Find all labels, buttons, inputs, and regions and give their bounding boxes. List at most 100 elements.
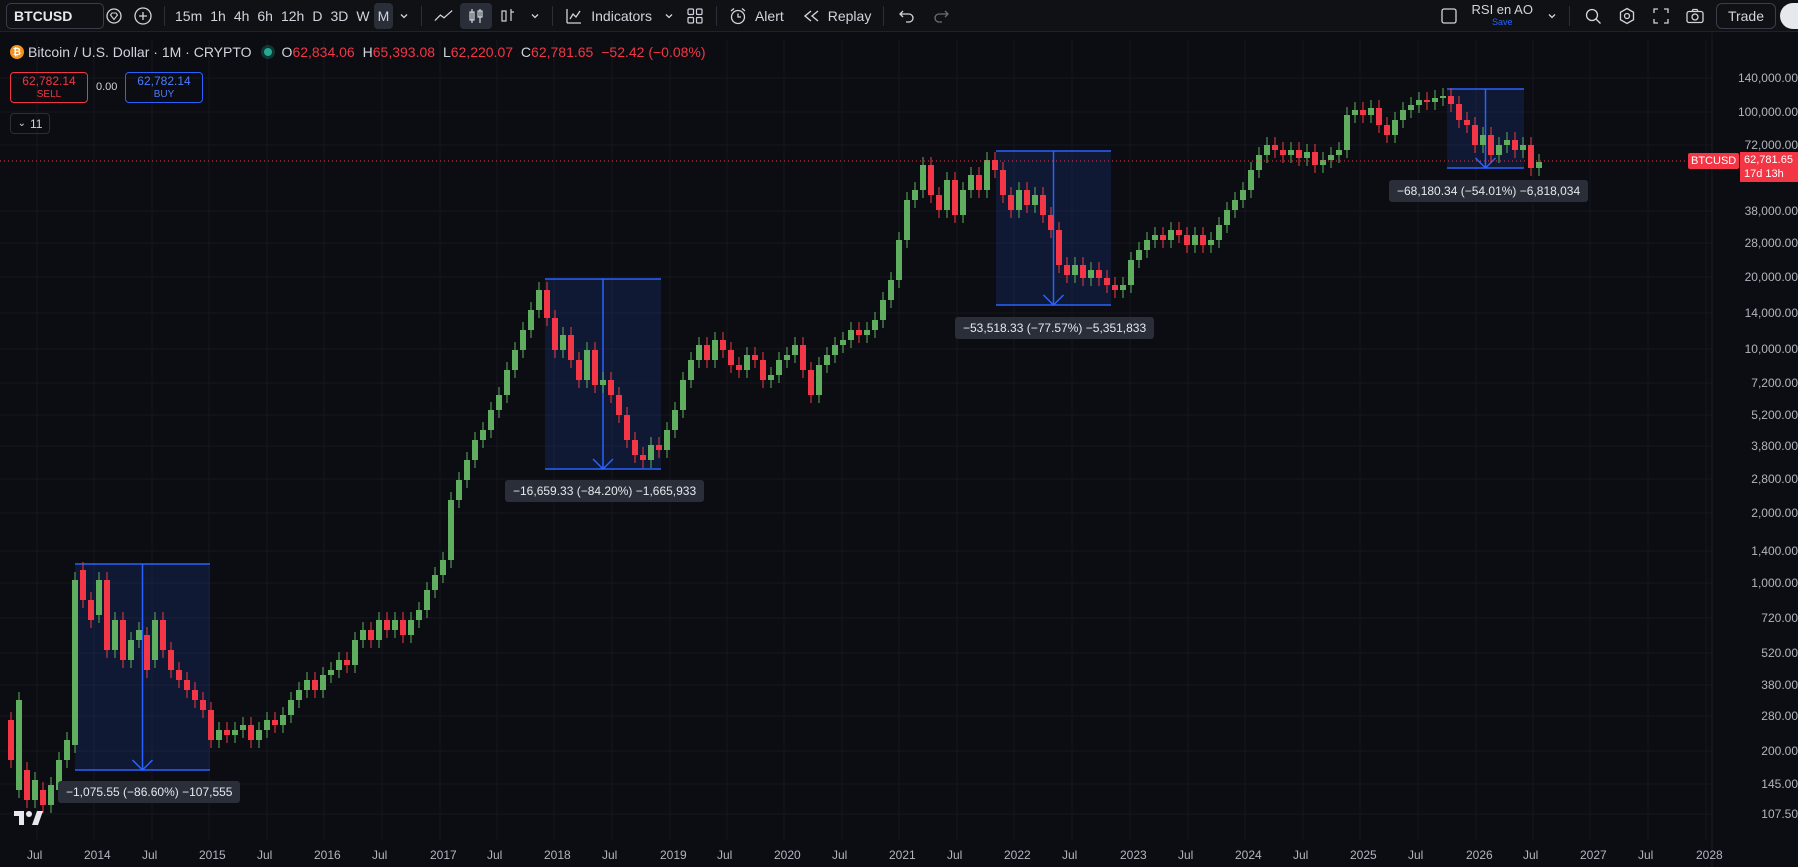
time-scale-label: 2027 xyxy=(1580,848,1607,862)
undo-icon[interactable] xyxy=(890,3,924,29)
price-scale-label: 72,000.00 xyxy=(1744,138,1798,152)
redo-icon[interactable] xyxy=(924,3,958,29)
symbol-search[interactable]: BTCUSD xyxy=(6,2,104,29)
fullscreen-icon[interactable] xyxy=(1644,3,1678,29)
last-price-badge: 62,781.65 17d 13h xyxy=(1740,152,1798,182)
candle-body xyxy=(1504,140,1510,145)
candle-body xyxy=(888,280,894,300)
measurement-label[interactable]: −68,180.34 (−54.01%) −6,818,034 xyxy=(1389,180,1589,202)
trade-button[interactable]: Trade xyxy=(1715,2,1776,29)
buy-label: BUY xyxy=(153,89,175,100)
candle-body xyxy=(896,240,902,280)
quick-search-icon[interactable] xyxy=(1576,3,1610,29)
chevron-down-icon[interactable] xyxy=(393,3,415,29)
candle-body xyxy=(272,720,278,725)
layout-square-icon[interactable] xyxy=(1434,3,1464,29)
time-scale-label: Jul xyxy=(602,848,618,862)
time-scale-label: Jul xyxy=(1408,848,1424,862)
timeframe-12h[interactable]: 12h xyxy=(277,3,308,29)
high-value: 65,393.08 xyxy=(372,44,436,60)
candle-body xyxy=(1264,145,1270,155)
chevron-down-icon[interactable] xyxy=(524,3,546,29)
candle-body xyxy=(168,650,174,670)
measurement-label[interactable]: −16,659.33 (−84.20%) −1,665,933 xyxy=(505,480,705,502)
candle-body xyxy=(152,620,158,660)
chevron-down-icon[interactable] xyxy=(1541,3,1563,29)
candle-body xyxy=(320,675,326,690)
bar-chart-type-icon[interactable] xyxy=(492,3,524,29)
candle-body xyxy=(768,375,774,380)
timeframe-4h[interactable]: 4h xyxy=(230,3,254,29)
candle-body xyxy=(1016,190,1022,210)
candles-icon[interactable] xyxy=(460,2,493,29)
time-scale-label: Jul xyxy=(1293,848,1309,862)
time-scale-label: 2014 xyxy=(84,848,111,862)
market-status-dot xyxy=(263,48,272,56)
candle-body xyxy=(1456,104,1462,120)
candle-body xyxy=(480,430,486,440)
candle-body xyxy=(1464,120,1470,125)
time-scale-label: Jul xyxy=(832,848,848,862)
buy-button[interactable]: 62,782.14 BUY xyxy=(125,72,203,103)
add-symbol-icon[interactable] xyxy=(128,3,158,29)
layout-save-button[interactable]: RSI en AO Save xyxy=(1464,3,1541,29)
timeframe-D[interactable]: D xyxy=(308,3,326,29)
candle-body xyxy=(392,620,398,630)
measurement-label[interactable]: −53,518.33 (−77.57%) −5,351,833 xyxy=(955,317,1155,339)
timeframe-W[interactable]: W xyxy=(352,3,373,29)
price-scale-label: 1,000.00 xyxy=(1751,576,1798,590)
candle-body xyxy=(8,720,14,760)
candle-body xyxy=(240,725,246,730)
chevron-down-icon[interactable] xyxy=(658,3,680,29)
candle-body xyxy=(464,460,470,480)
candle-body xyxy=(856,330,862,335)
candle-body xyxy=(968,175,974,190)
alert-button[interactable]: Alert xyxy=(723,3,790,29)
price-scale-label: 38,000.00 xyxy=(1744,204,1798,218)
timeframe-6h[interactable]: 6h xyxy=(253,3,277,29)
indicators-button[interactable]: Indicators xyxy=(559,3,658,29)
price-chart[interactable] xyxy=(0,33,1798,867)
user-avatar[interactable] xyxy=(1780,2,1798,29)
candle-body xyxy=(1408,105,1414,110)
candle-body xyxy=(640,455,646,460)
candle-body xyxy=(1088,270,1094,278)
timeframe-3D[interactable]: 3D xyxy=(326,3,352,29)
candle-body xyxy=(1232,200,1238,210)
timeframe-1h[interactable]: 1h xyxy=(206,3,230,29)
line-chart-icon[interactable] xyxy=(428,3,460,29)
symbol-title[interactable]: Bitcoin / U.S. Dollar · 1M · CRYPTO xyxy=(28,44,252,60)
candle-body xyxy=(360,630,366,640)
candle-body xyxy=(336,660,342,670)
timeframe-15m[interactable]: 15m xyxy=(171,3,206,29)
time-scale-label: 2022 xyxy=(1004,848,1031,862)
candle-body xyxy=(536,290,542,310)
time-scale-label: 2025 xyxy=(1350,848,1377,862)
templates-grid-icon[interactable] xyxy=(680,3,710,29)
candle-body xyxy=(1528,145,1534,168)
candle-body xyxy=(24,770,30,800)
candle-body xyxy=(832,345,838,355)
settings-gear-icon[interactable] xyxy=(1610,3,1644,29)
candle-body xyxy=(1032,195,1038,205)
candle-body xyxy=(472,440,478,460)
price-scale-label: 3,800.00 xyxy=(1751,439,1798,453)
timeframe-M[interactable]: M xyxy=(373,2,394,29)
candle-body xyxy=(1432,98,1438,102)
measurement-label[interactable]: −1,075.55 (−86.60%) −107,555 xyxy=(58,781,241,803)
time-scale-label: Jul xyxy=(142,848,158,862)
divider xyxy=(552,5,554,26)
candle-body xyxy=(1440,96,1446,98)
camera-icon[interactable] xyxy=(1678,3,1712,29)
tradingview-logo[interactable] xyxy=(12,808,44,833)
candle-body xyxy=(384,620,390,630)
replay-button[interactable]: Replay xyxy=(796,3,878,29)
top-toolbar: BTCUSD 15m 1h 4h 6h 12h D 3D W M Indicators xyxy=(0,0,1798,32)
indicators-collapse-button[interactable]: ⌄ 11 xyxy=(10,113,50,134)
sell-price: 62,782.14 xyxy=(22,74,76,88)
bitcoin-logo-icon: ₿ xyxy=(10,45,24,59)
sell-button[interactable]: 62,782.14 SELL xyxy=(10,72,88,103)
candle-body xyxy=(1136,250,1142,260)
candle-body xyxy=(1488,135,1494,155)
gem-icon[interactable] xyxy=(100,3,128,29)
